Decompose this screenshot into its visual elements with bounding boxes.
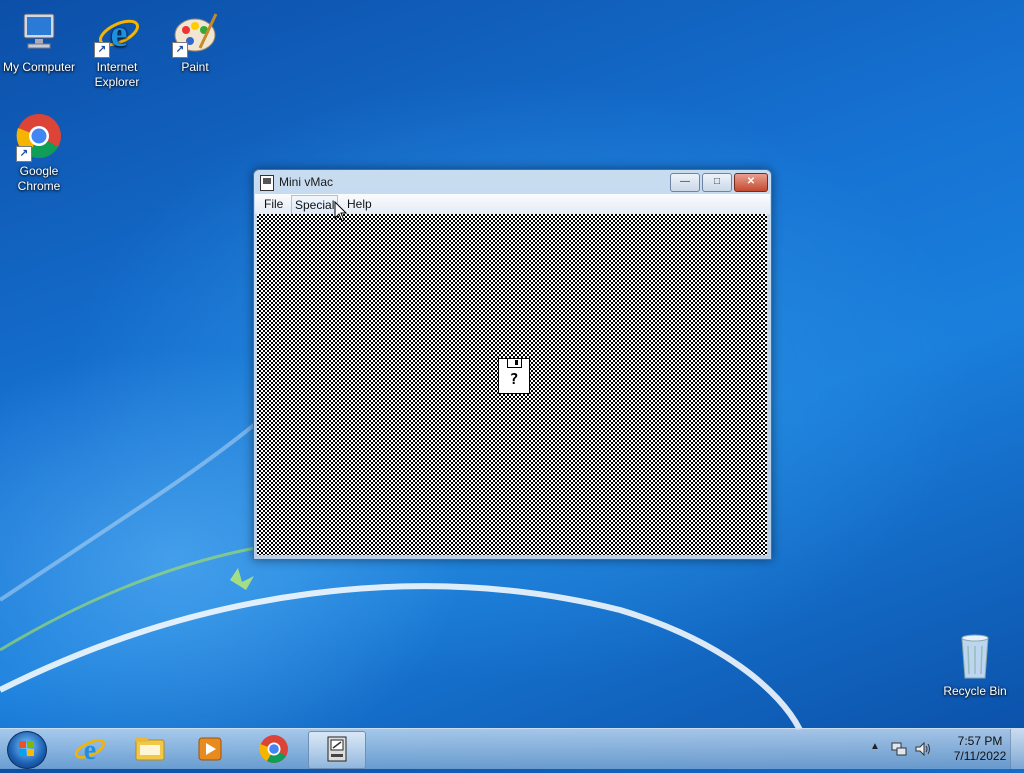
taskbar: e ▲ 7:57 PM 7/11/2022 (0, 728, 1024, 769)
window-title: Mini vMac (279, 175, 334, 189)
clock-date: 7/11/2022 (953, 749, 1007, 763)
taskbar-google-chrome[interactable] (246, 731, 302, 767)
window-menubar: File Special Help (255, 194, 770, 215)
menu-file[interactable]: File (260, 197, 287, 211)
disk-question-mark: ? (509, 370, 519, 388)
mini-vmac-app-icon (260, 175, 274, 191)
mini-vmac-app-icon (327, 736, 347, 762)
maximize-button[interactable]: □ (702, 173, 732, 192)
shortcut-arrow-icon: ↗ (94, 42, 110, 58)
mouse-cursor-icon (334, 201, 348, 222)
windows-logo-icon (19, 741, 34, 756)
recycle-bin-icon (950, 632, 1000, 682)
show-hidden-icons-chevron-icon[interactable]: ▲ (870, 741, 880, 752)
internet-explorer-icon: e ↗ (92, 8, 142, 58)
taskbar-mini-vmac[interactable] (308, 731, 366, 769)
chrome-icon: ↗ (14, 112, 64, 162)
desktop-icon-internet-explorer[interactable]: e ↗ Internet Explorer (78, 8, 156, 90)
minimize-button[interactable]: — (670, 173, 700, 192)
internet-explorer-icon: e (74, 735, 106, 766)
chrome-icon (259, 735, 288, 763)
folder-icon (135, 737, 165, 761)
desktop-icon-label: Google Chrome (17, 164, 61, 193)
desktop-icon-label: Internet Explorer (94, 60, 140, 89)
media-player-icon (198, 737, 222, 761)
menu-special[interactable]: Special (291, 195, 339, 215)
taskbar-internet-explorer[interactable]: e (62, 731, 118, 767)
mini-vmac-window[interactable]: Mini vMac — □ ✕ File Special Help ? (253, 169, 772, 560)
desktop-icon-my-computer[interactable]: My Computer (0, 8, 78, 75)
system-tray: ▲ 7:57 PM 7/11/2022 (866, 729, 1024, 769)
network-icon[interactable] (890, 740, 908, 758)
shortcut-arrow-icon: ↗ (16, 146, 32, 162)
desktop-icon-label: Recycle Bin (943, 684, 1007, 698)
volume-icon[interactable] (914, 740, 932, 758)
clock-time: 7:57 PM (957, 734, 1003, 748)
show-desktop-button[interactable] (1010, 729, 1024, 769)
paint-palette-icon: ↗ (170, 8, 220, 58)
close-button[interactable]: ✕ (734, 173, 768, 192)
computer-icon (14, 8, 64, 58)
desktop-icon-paint[interactable]: ↗ Paint (156, 8, 234, 75)
svg-text:e: e (111, 13, 128, 55)
taskbar-file-explorer[interactable] (122, 731, 178, 767)
desktop-icon-label: My Computer (2, 60, 76, 74)
emulator-screen[interactable]: ? (257, 214, 767, 555)
question-mark-disk-icon: ? (498, 358, 530, 394)
desktop-icon-google-chrome[interactable]: ↗ Google Chrome (0, 112, 78, 194)
taskbar-media-player[interactable] (182, 731, 238, 767)
desktop-icon-label: Paint (181, 60, 209, 74)
start-button[interactable] (7, 731, 47, 769)
shortcut-arrow-icon: ↗ (172, 42, 188, 58)
svg-text:e: e (84, 735, 96, 766)
disk-shutter (507, 359, 522, 368)
desktop-icon-recycle-bin[interactable]: Recycle Bin (936, 632, 1014, 699)
taskbar-clock[interactable]: 7:57 PM 7/11/2022 (940, 734, 1020, 764)
window-titlebar[interactable]: Mini vMac — □ ✕ (254, 170, 771, 194)
